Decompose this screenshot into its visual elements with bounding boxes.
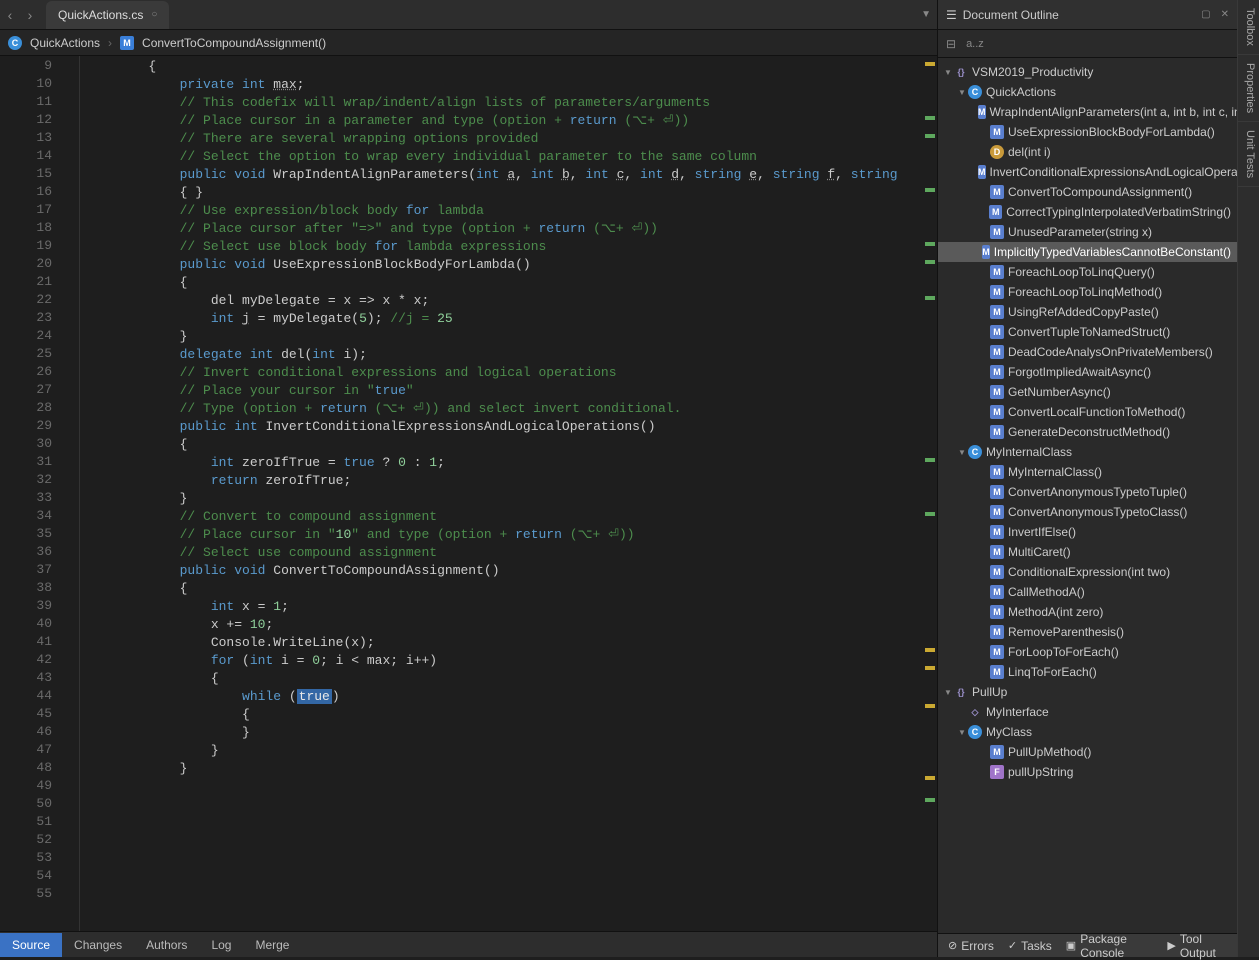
document-outline-panel: ☰ Document Outline ▢ ✕ ⊟ a..z ▼{}VSM2019… bbox=[937, 0, 1237, 957]
tree-row[interactable]: MInvertIfElse() bbox=[938, 522, 1237, 542]
fold-column[interactable] bbox=[60, 56, 80, 931]
tree-row[interactable]: MConvertTupleToNamedStruct() bbox=[938, 322, 1237, 342]
outline-icon: ☰ bbox=[946, 8, 957, 22]
tree-row[interactable]: MUnusedParameter(string x) bbox=[938, 222, 1237, 242]
sidebar-properties[interactable]: Properties bbox=[1238, 55, 1259, 122]
status-package-console[interactable]: ▣Package Console bbox=[1066, 932, 1154, 960]
status-tasks[interactable]: ✓Tasks bbox=[1008, 939, 1052, 953]
bottom-tab-merge[interactable]: Merge bbox=[243, 933, 301, 957]
method-icon: M bbox=[120, 36, 134, 50]
nav-back-icon[interactable]: ‹ bbox=[0, 5, 20, 25]
tree-row[interactable]: MPullUpMethod() bbox=[938, 742, 1237, 762]
tab-title: QuickActions.cs bbox=[58, 8, 143, 22]
tree-row[interactable]: MUsingRefAddedCopyPaste() bbox=[938, 302, 1237, 322]
check-icon: ✓ bbox=[1008, 939, 1017, 952]
tree-row[interactable]: MGenerateDeconstructMethod() bbox=[938, 422, 1237, 442]
tree-row[interactable]: ▼CQuickActions bbox=[938, 82, 1237, 102]
tree-row[interactable]: ▼{}VSM2019_Productivity bbox=[938, 62, 1237, 82]
status-errors[interactable]: ⊘Errors bbox=[948, 939, 994, 953]
play-icon: ▶ bbox=[1167, 939, 1175, 952]
tab-bar: ‹ › QuickActions.cs ○ ▼ bbox=[0, 0, 937, 30]
right-sidebar: Toolbox Properties Unit Tests bbox=[1237, 0, 1259, 957]
console-icon: ▣ bbox=[1066, 939, 1076, 952]
editor-bottom-tabs: SourceChangesAuthorsLogMerge bbox=[0, 931, 937, 957]
collapse-all-icon[interactable]: ⊟ bbox=[946, 37, 956, 51]
tree-row[interactable]: ▼CMyInternalClass bbox=[938, 442, 1237, 462]
line-numbers: 9101112131415161718192021222324252627282… bbox=[0, 56, 60, 931]
outline-title: Document Outline bbox=[963, 8, 1191, 22]
breadcrumb-method[interactable]: ConvertToCompoundAssignment() bbox=[142, 36, 326, 50]
code-area[interactable]: { private int max; // This codefix will … bbox=[80, 56, 921, 931]
tree-row[interactable]: FpullUpString bbox=[938, 762, 1237, 782]
class-icon: C bbox=[8, 36, 22, 50]
tree-row[interactable]: MConvertAnonymousTypetoClass() bbox=[938, 502, 1237, 522]
tree-row[interactable]: Ddel(int i) bbox=[938, 142, 1237, 162]
bottom-tab-changes[interactable]: Changes bbox=[62, 933, 134, 957]
tree-row[interactable]: MDeadCodeAnalysOnPrivateMembers() bbox=[938, 342, 1237, 362]
marker-column[interactable] bbox=[921, 56, 937, 931]
tree-row[interactable]: MRemoveParenthesis() bbox=[938, 622, 1237, 642]
tree-row[interactable]: MImplicitlyTypedVariablesCannotBeConstan… bbox=[938, 242, 1237, 262]
editor: 9101112131415161718192021222324252627282… bbox=[0, 56, 937, 931]
tree-row[interactable]: MForeachLoopToLinqMethod() bbox=[938, 282, 1237, 302]
nav-fwd-icon[interactable]: › bbox=[20, 5, 40, 25]
bottom-tab-authors[interactable]: Authors bbox=[134, 933, 199, 957]
dock-icon[interactable]: ▢ bbox=[1201, 9, 1210, 20]
bottom-tab-log[interactable]: Log bbox=[199, 933, 243, 957]
chevron-right-icon: › bbox=[108, 36, 112, 50]
tree-row[interactable]: MUseExpressionBlockBodyForLambda() bbox=[938, 122, 1237, 142]
file-tab[interactable]: QuickActions.cs ○ bbox=[46, 1, 169, 29]
tree-row[interactable]: MWrapIndentAlignParameters(int a, int b,… bbox=[938, 102, 1237, 122]
tree-row[interactable]: ▼CMyClass bbox=[938, 722, 1237, 742]
tree-row[interactable]: MForLoopToForEach() bbox=[938, 642, 1237, 662]
status-bar: ⊘Errors ✓Tasks ▣Package Console ▶Tool Ou… bbox=[938, 933, 1237, 957]
tree-row[interactable]: MCallMethodA() bbox=[938, 582, 1237, 602]
bottom-tab-source[interactable]: Source bbox=[0, 933, 62, 957]
sidebar-toolbox[interactable]: Toolbox bbox=[1238, 0, 1259, 55]
tree-row[interactable]: ▼{}PullUp bbox=[938, 682, 1237, 702]
tree-row[interactable]: MForeachLoopToLinqQuery() bbox=[938, 262, 1237, 282]
sort-label[interactable]: a..z bbox=[966, 38, 984, 50]
breadcrumb-class[interactable]: QuickActions bbox=[30, 36, 100, 50]
tree-row[interactable]: MForgotImpliedAwaitAsync() bbox=[938, 362, 1237, 382]
tree-row[interactable]: MInvertConditionalExpressionsAndLogicalO… bbox=[938, 162, 1237, 182]
tree-row[interactable]: MMethodA(int zero) bbox=[938, 602, 1237, 622]
tree-row[interactable]: ◇MyInterface bbox=[938, 702, 1237, 722]
tree-row[interactable]: MMyInternalClass() bbox=[938, 462, 1237, 482]
error-icon: ⊘ bbox=[948, 939, 957, 952]
tree-row[interactable]: MMultiCaret() bbox=[938, 542, 1237, 562]
status-tool-output[interactable]: ▶Tool Output bbox=[1167, 932, 1227, 960]
tree-row[interactable]: MLinqToForEach() bbox=[938, 662, 1237, 682]
outline-tree[interactable]: ▼{}VSM2019_Productivity▼CQuickActionsMWr… bbox=[938, 58, 1237, 933]
pin-icon[interactable]: ○ bbox=[151, 9, 157, 20]
breadcrumb: C QuickActions › M ConvertToCompoundAssi… bbox=[0, 30, 937, 56]
tab-dropdown-icon[interactable]: ▼ bbox=[921, 9, 931, 20]
tree-row[interactable]: MConditionalExpression(int two) bbox=[938, 562, 1237, 582]
tree-row[interactable]: MConvertAnonymousTypetoTuple() bbox=[938, 482, 1237, 502]
tree-row[interactable]: MGetNumberAsync() bbox=[938, 382, 1237, 402]
tree-row[interactable]: MCorrectTypingInterpolatedVerbatimString… bbox=[938, 202, 1237, 222]
sidebar-unit-tests[interactable]: Unit Tests bbox=[1238, 122, 1259, 187]
close-icon[interactable]: ✕ bbox=[1221, 9, 1229, 20]
tree-row[interactable]: MConvertLocalFunctionToMethod() bbox=[938, 402, 1237, 422]
tree-row[interactable]: MConvertToCompoundAssignment() bbox=[938, 182, 1237, 202]
